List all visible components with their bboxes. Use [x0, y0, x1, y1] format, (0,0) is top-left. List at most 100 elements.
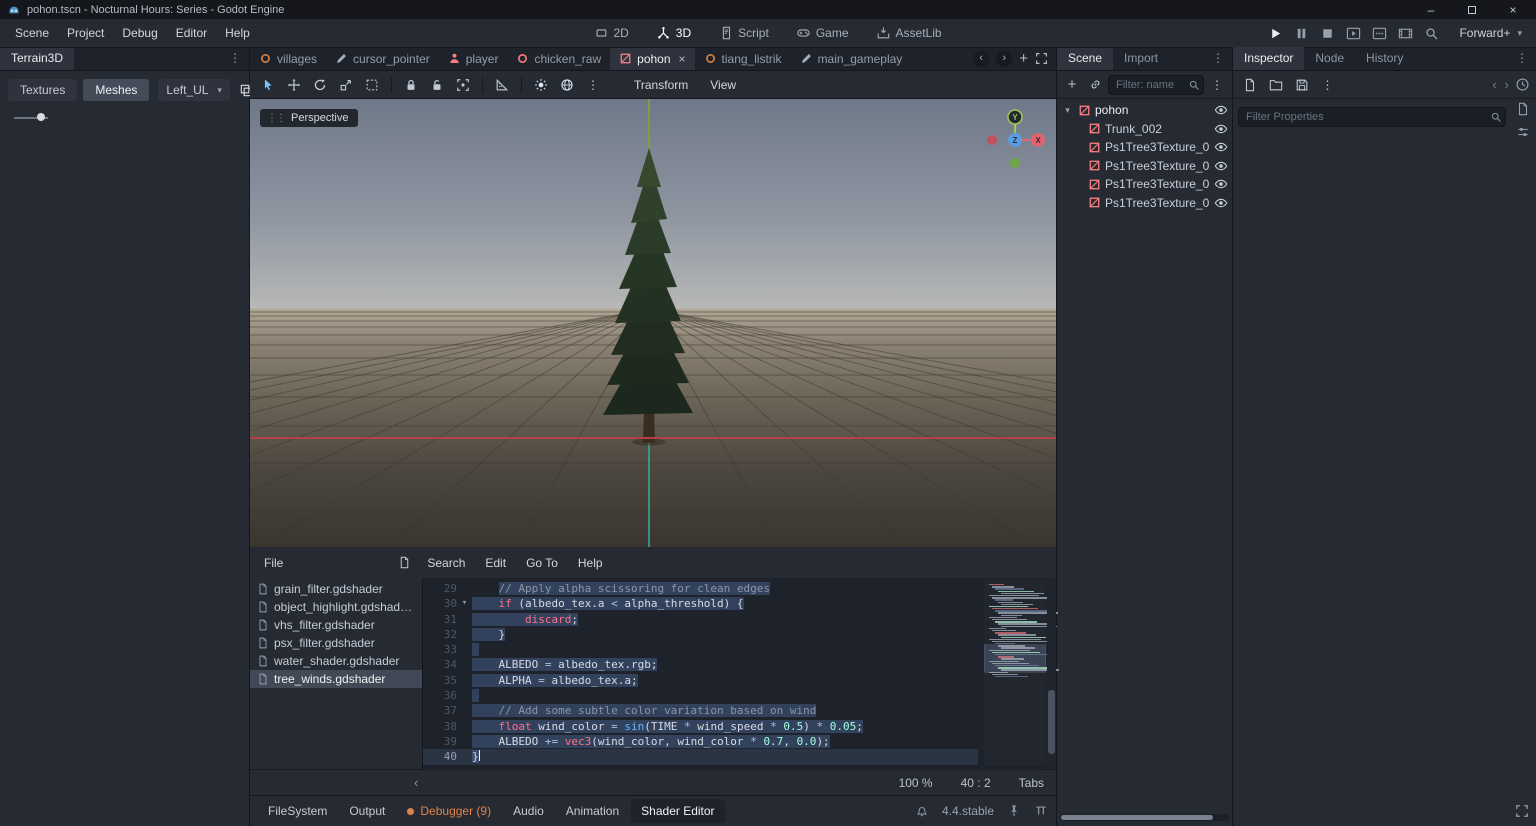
ruler-button[interactable]	[490, 74, 514, 96]
menu-editor[interactable]: Editor	[167, 22, 216, 44]
shader-menu-search[interactable]: Search	[417, 551, 475, 575]
shader-menu-go-to[interactable]: Go To	[516, 551, 568, 575]
code-scrollbar[interactable]	[1047, 578, 1056, 769]
scene-node-ps1tree3texture-0[interactable]: Ps1Tree3Texture_0	[1057, 138, 1232, 157]
menu-help[interactable]: Help	[216, 22, 259, 44]
code-line[interactable]: 40}	[423, 749, 978, 765]
scene-tab-cursor-pointer[interactable]: cursor_pointer	[326, 47, 439, 70]
visibility-toggle-icon[interactable]	[1214, 177, 1228, 191]
shader-file-grain-filter-gdshader[interactable]: grain_filter.gdshader	[250, 580, 422, 598]
shader-menu-help[interactable]: Help	[568, 551, 613, 575]
indent-type[interactable]: Tabs	[1019, 776, 1044, 790]
code-minimap[interactable]	[984, 580, 1059, 766]
renderer-select[interactable]: Forward+ ▾	[1451, 23, 1530, 43]
play-custom-button[interactable]	[1368, 22, 1391, 44]
scene-dock-tab-scene[interactable]: Scene	[1057, 47, 1114, 70]
code-line[interactable]: 32 }	[423, 627, 978, 642]
minimize-button[interactable]: –	[1424, 3, 1438, 17]
visibility-toggle-icon[interactable]	[1214, 159, 1228, 173]
shader-file-vhs-filter-gdshader[interactable]: vhs_filter.gdshader	[250, 616, 422, 634]
workspace-script[interactable]: Script	[709, 23, 779, 43]
stop-button[interactable]	[1316, 22, 1339, 44]
size-slider[interactable]	[14, 112, 48, 122]
group-button[interactable]	[451, 74, 475, 96]
code-line[interactable]: 33	[423, 642, 978, 657]
scene-tree-hscrollbar[interactable]	[1060, 814, 1229, 821]
menu-transform[interactable]: Transform	[623, 74, 699, 96]
maximize-button[interactable]	[1465, 3, 1479, 17]
scene-node-pohon[interactable]: ▾ pohon	[1057, 101, 1232, 120]
new-resource-button[interactable]	[1239, 74, 1260, 95]
workspace-3d[interactable]: 3D	[647, 23, 701, 43]
extra-options-button[interactable]: ⋮	[581, 74, 605, 96]
shader-file-object-highlight-gdshad[interactable]: object_highlight.gdshad…	[250, 598, 422, 616]
close-tab-icon[interactable]: ×	[679, 53, 686, 65]
globe-button[interactable]	[555, 74, 579, 96]
property-filter-input[interactable]	[1238, 107, 1506, 127]
inspector-tab-node[interactable]: Node	[1304, 47, 1355, 70]
expand-panel-icon[interactable]	[1515, 804, 1529, 818]
bottom-panel-audio[interactable]: Audio	[503, 799, 554, 823]
shader-file-tree-winds-gdshader[interactable]: tree_winds.gdshader	[250, 670, 422, 688]
code-line[interactable]: 38 float wind_color = sin(TIME * wind_sp…	[423, 719, 978, 734]
code-line[interactable]: 34 ALBEDO = albedo_tex.rgb;	[423, 657, 978, 672]
scene-tab-tiang-listrik[interactable]: tiang_listrik	[695, 47, 791, 70]
axis-gizmo[interactable]: Y X Z	[982, 106, 1048, 172]
pin-bottom-panel-icon[interactable]	[1007, 804, 1021, 818]
notification-bell-icon[interactable]	[915, 804, 929, 818]
uv-region-dropdown[interactable]: Left_UL ▾	[158, 79, 230, 101]
shader-menu-edit[interactable]: Edit	[475, 551, 516, 575]
sun-button[interactable]	[529, 74, 553, 96]
scene-node-trunk-002[interactable]: Trunk_002	[1057, 120, 1232, 139]
zoom-level[interactable]: 100 %	[899, 776, 933, 790]
load-resource-button[interactable]	[1265, 74, 1286, 95]
scene-tab-villages[interactable]: villages	[250, 47, 326, 70]
code-editor[interactable]: 29 // Apply alpha scissoring for clean e…	[422, 578, 1059, 769]
mag-button[interactable]	[1420, 22, 1443, 44]
scene-tab-player[interactable]: player	[439, 47, 508, 70]
play-button[interactable]	[1264, 22, 1287, 44]
code-line[interactable]: 31 discard;	[423, 612, 978, 627]
workspace-assetlib[interactable]: AssetLib	[867, 23, 952, 43]
pause-button[interactable]	[1290, 22, 1313, 44]
neg-y-axis-ball[interactable]	[1010, 158, 1020, 168]
next-object-button[interactable]: ›	[1503, 77, 1511, 92]
terrain-tool-meshes[interactable]: Meshes	[83, 79, 150, 101]
bottom-panel-shader-editor[interactable]: Shader Editor	[631, 799, 725, 823]
close-button[interactable]: ×	[1506, 3, 1520, 17]
shader-menu-file[interactable]: File	[254, 551, 293, 575]
scene-node-ps1tree3texture-0[interactable]: Ps1Tree3Texture_0	[1057, 175, 1232, 194]
scene-tab-main-gameplay[interactable]: main_gameplay	[791, 47, 912, 70]
box-select-button[interactable]	[360, 74, 384, 96]
lock-button[interactable]	[399, 74, 423, 96]
code-line[interactable]: 29 // Apply alpha scissoring for clean e…	[423, 581, 978, 596]
tab-terrain3d[interactable]: Terrain3D	[0, 47, 75, 70]
shader-file-psx-filter-gdshader[interactable]: psx_filter.gdshader	[250, 634, 422, 652]
scene-tree-options-button[interactable]: ⋮	[1207, 75, 1227, 95]
visibility-toggle-icon[interactable]	[1214, 196, 1228, 210]
history-icon[interactable]	[1515, 77, 1530, 92]
tune-icon[interactable]	[1516, 125, 1530, 139]
instance-scene-button[interactable]	[1085, 75, 1105, 95]
fold-toggle-icon[interactable]: ▾	[457, 596, 472, 611]
code-line[interactable]: 30 ▾ if (albedo_tex.a < alpha_threshold) …	[423, 596, 978, 611]
unlock-button[interactable]	[425, 74, 449, 96]
visibility-toggle-icon[interactable]	[1214, 122, 1228, 136]
inspector-tab-history[interactable]: History	[1355, 47, 1414, 70]
code-line[interactable]: 37 // Add some subtle color variation ba…	[423, 703, 978, 718]
code-line[interactable]: 39 ALBEDO += vec3(wind_color, wind_color…	[423, 734, 978, 749]
visibility-toggle-icon[interactable]	[1214, 140, 1228, 154]
bottom-panel-debugger-9[interactable]: Debugger (9)	[397, 799, 501, 823]
prev-object-button[interactable]: ‹	[1490, 77, 1498, 92]
new-scene-tab-button[interactable]: +	[1019, 51, 1028, 66]
scale-button[interactable]	[334, 74, 358, 96]
bottom-panel-output[interactable]: Output	[339, 799, 395, 823]
code-line[interactable]: 35 ALPHA = albedo_tex.a;	[423, 673, 978, 688]
doc-icon[interactable]	[1516, 102, 1530, 116]
viewport-3d[interactable]: Y X Z ⋮⋮ Perspective	[250, 99, 1056, 547]
perspective-menu[interactable]: ⋮⋮ Perspective	[260, 109, 359, 127]
neg-x-axis-ball[interactable]	[987, 135, 997, 145]
scene-tab-chicken-raw[interactable]: chicken_raw	[507, 47, 610, 70]
next-tab-button[interactable]: ›	[996, 50, 1013, 67]
scrollbar-thumb[interactable]	[1048, 690, 1055, 754]
